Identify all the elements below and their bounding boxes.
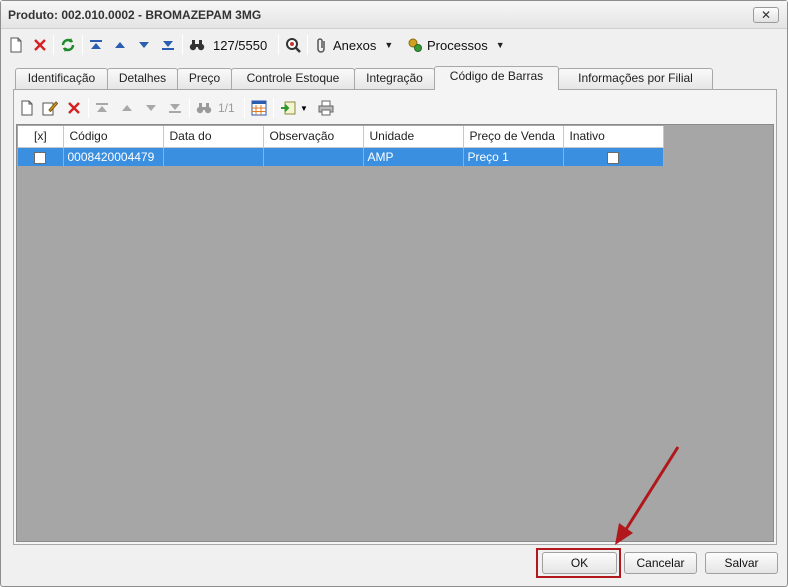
refresh-button[interactable]	[60, 35, 76, 55]
main-toolbar: 127/5550 Anexos ▼ Processos ▼	[1, 31, 787, 59]
grid-toolbar: 1/1 ▼	[14, 95, 776, 121]
cell-observacao[interactable]	[263, 147, 364, 166]
cell-preco-de-venda[interactable]: Preço 1	[463, 147, 564, 166]
close-button[interactable]: ✕	[753, 7, 779, 23]
processos-menu[interactable]: Processos ▼	[407, 35, 505, 55]
tab-informacoes-por-filial[interactable]: Informações por Filial	[558, 68, 713, 89]
inativo-checkbox[interactable]	[607, 151, 619, 164]
col-header-unidade[interactable]: Unidade	[363, 126, 464, 148]
first-arrow-icon	[90, 40, 102, 49]
delete-x-icon	[34, 39, 46, 51]
annotation-arrow-icon	[615, 446, 680, 545]
grid-delete-button[interactable]	[67, 98, 81, 118]
tab-integracao[interactable]: Integração	[354, 68, 435, 89]
record-counter: 127/5550	[213, 37, 268, 53]
paperclip-icon	[317, 38, 325, 53]
col-header-observacao[interactable]: Observação	[263, 126, 364, 148]
new-record-button[interactable]	[9, 35, 23, 55]
grid-columns-button[interactable]	[251, 98, 267, 118]
up-arrow-icon	[122, 105, 132, 111]
grid-first-button[interactable]	[95, 98, 109, 118]
export-arrow-icon	[281, 101, 296, 115]
last-arrow-icon	[169, 104, 181, 113]
grid-next-button[interactable]	[144, 98, 158, 118]
col-header-data-do[interactable]: Data do	[163, 126, 264, 148]
magnifier-icon	[286, 38, 301, 53]
title-bar: Produto: 002.010.0002 - BROMAZEPAM 3MG ✕	[1, 1, 787, 29]
tab-controle-estoque[interactable]: Controle Estoque	[231, 68, 355, 89]
delete-record-button[interactable]	[33, 35, 47, 55]
last-record-button[interactable]	[161, 35, 175, 55]
new-document-icon	[10, 37, 22, 53]
anexos-menu[interactable]: Anexos ▼	[315, 35, 393, 55]
grid-last-button[interactable]	[168, 98, 182, 118]
first-arrow-icon	[96, 103, 108, 112]
col-header-select[interactable]: [x]	[18, 126, 64, 148]
next-record-button[interactable]	[137, 35, 151, 55]
binoculars-icon	[189, 40, 205, 51]
first-record-button[interactable]	[89, 35, 103, 55]
processos-label: Processos	[427, 37, 488, 53]
tab-identificacao[interactable]: Identificação	[15, 68, 108, 89]
col-header-codigo[interactable]: Código	[63, 126, 164, 148]
grid-layout-icon	[251, 100, 267, 116]
grid-new-button[interactable]	[20, 98, 34, 118]
printer-icon	[318, 100, 334, 116]
gears-icon	[408, 38, 422, 52]
row-select-cell[interactable]	[18, 147, 64, 166]
last-arrow-icon	[162, 41, 174, 50]
cell-unidade[interactable]: AMP	[363, 147, 464, 166]
product-dialog: Produto: 002.010.0002 - BROMAZEPAM 3MG ✕	[0, 0, 788, 587]
row-select-checkbox[interactable]	[34, 151, 46, 164]
chevron-down-icon: ▼	[495, 40, 505, 50]
anexos-label: Anexos	[333, 37, 377, 53]
find-button[interactable]: 127/5550	[189, 35, 267, 55]
chevron-down-icon: ▼	[384, 40, 394, 50]
page-counter: 1/1	[218, 101, 235, 115]
previous-record-button[interactable]	[113, 35, 127, 55]
grid-find-button[interactable]: 1/1	[196, 98, 235, 118]
cell-data-do[interactable]	[163, 147, 264, 166]
table-row[interactable]: 0008420004479 AMP Preço 1	[18, 147, 664, 166]
col-header-preco-de-venda[interactable]: Preço de Venda	[463, 126, 564, 148]
ok-button[interactable]: OK	[542, 552, 617, 574]
cell-codigo[interactable]: 0008420004479	[63, 147, 164, 166]
tab-strip: Identificação Detalhes Preço Controle Es…	[13, 66, 773, 90]
grid-edit-button[interactable]	[42, 98, 58, 118]
cell-inativo[interactable]	[563, 147, 664, 166]
zoom-search-button[interactable]	[285, 35, 301, 55]
grid-previous-button[interactable]	[120, 98, 134, 118]
save-button[interactable]: Salvar	[705, 552, 778, 574]
edit-icon	[42, 101, 58, 116]
chevron-down-icon: ▼	[300, 103, 308, 113]
barcode-table: [x] Código Data do Observação Unidade Pr…	[18, 126, 664, 166]
cancel-button[interactable]: Cancelar	[624, 552, 697, 574]
up-arrow-icon	[115, 42, 125, 48]
down-arrow-icon	[139, 42, 149, 48]
down-arrow-icon	[146, 105, 156, 111]
window-title: Produto: 002.010.0002 - BROMAZEPAM 3MG	[8, 8, 262, 22]
refresh-icon	[61, 38, 75, 52]
tab-preco[interactable]: Preço	[177, 68, 232, 89]
tab-codigo-de-barras[interactable]: Código de Barras	[434, 66, 559, 90]
col-header-inativo[interactable]: Inativo	[563, 126, 664, 148]
new-document-icon	[21, 100, 33, 116]
binoculars-icon	[196, 103, 212, 114]
grid-print-button[interactable]	[318, 98, 334, 118]
grid-export-button[interactable]: ▼	[280, 98, 308, 118]
tab-detalhes[interactable]: Detalhes	[107, 68, 178, 89]
delete-x-icon	[68, 102, 80, 114]
